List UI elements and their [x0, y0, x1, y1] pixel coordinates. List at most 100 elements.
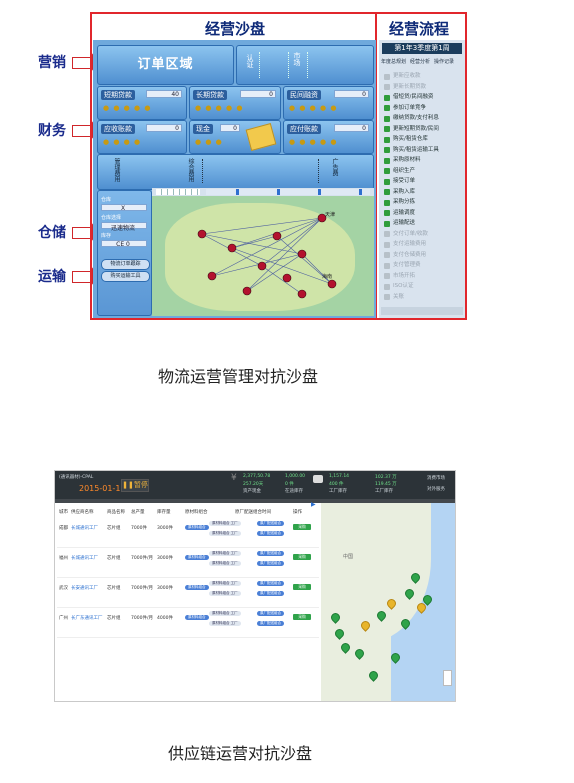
track-order-button[interactable]: 物流订单跟踪 [101, 259, 150, 270]
cell-supplier[interactable]: 长安通讯工厂 [71, 585, 98, 591]
cost-grid [202, 159, 319, 183]
material-pill[interactable]: 原材料组合 [185, 555, 209, 560]
checkbox-icon [384, 94, 390, 101]
cell-supplier[interactable]: 长城通讯工厂 [71, 525, 98, 531]
flow-step[interactable]: 更新短期贷款/民间 [384, 125, 439, 134]
purchase-button[interactable]: 采购 [293, 554, 311, 560]
flow-step[interactable]: 接受订单 [384, 177, 415, 186]
coin-icons: ● ● ● ● [103, 138, 142, 146]
payable-value: 0 [334, 124, 369, 132]
flow-step-label: 支付管理费 [393, 262, 421, 268]
flow-step[interactable]: 组织生产 [384, 167, 415, 176]
checkbox-icon [384, 199, 390, 206]
material-option-pill[interactable]: 原材料组合 工厂 [209, 581, 241, 586]
order-zone-button[interactable]: 订单区域 [97, 45, 234, 85]
long-loan-value: 0 [240, 90, 276, 98]
flow-step[interactable]: ISO认证 [384, 282, 413, 291]
material-option-pill[interactable]: 原材料组合 工厂 [209, 611, 241, 616]
delivery-pill[interactable]: 原厂配送组合 [257, 611, 284, 616]
flow-step[interactable]: 借短贷/民间融资 [384, 93, 433, 102]
purchase-button[interactable]: 采购 [293, 584, 311, 590]
delivery-pill[interactable]: 原厂配送组合 [257, 621, 284, 626]
warehouse-value: X [101, 204, 147, 212]
delivery-pill[interactable]: 原厂配送组合 [257, 521, 284, 526]
material-pill[interactable]: 原材料组合 [185, 585, 209, 590]
payable-panel: 应付账款 0 ● ● ● ● ● [283, 120, 374, 154]
checkbox-icon [384, 189, 390, 195]
delivery-pill[interactable]: 原厂配送组合 [257, 591, 284, 596]
checkbox-icon [384, 231, 390, 237]
zoom-control[interactable] [443, 670, 452, 686]
flow-step[interactable]: 关账 [384, 293, 404, 302]
material-pill[interactable]: 原材料组合 [185, 615, 209, 620]
warehouse-select[interactable]: 迅速物流 [101, 222, 147, 232]
cell-total: 7000件/月 [131, 586, 153, 591]
stock-value: CE 0 [101, 240, 147, 248]
coin-icons: ● ● ● ● ● [195, 104, 244, 112]
flow-title: 经营流程 [389, 20, 450, 38]
material-option-pill[interactable]: 原材料组合 工厂 [209, 521, 241, 526]
flow-step[interactable]: 更新长期贷款 [384, 83, 426, 92]
flow-step[interactable]: 采购入库 [384, 188, 415, 197]
cell-stock: 3000件 [157, 556, 173, 561]
map-pin-icon[interactable] [389, 651, 402, 664]
delivery-pill[interactable]: 原厂配送组合 [257, 551, 284, 556]
flow-step[interactable]: 缴纳贷款/支付利息 [384, 114, 439, 123]
tab-log[interactable]: 操作记录 [434, 58, 454, 67]
flow-step[interactable]: 运输配送 [384, 219, 415, 228]
delivery-pill[interactable]: 原厂配送组合 [257, 531, 284, 536]
material-option-pill[interactable]: 原材料组合 工厂 [209, 551, 241, 556]
side-label-finance: 财务 [38, 123, 66, 139]
delivery-pill[interactable]: 原厂配送组合 [257, 561, 284, 566]
checkbox-icon [384, 178, 390, 185]
supply-map[interactable]: 中国 [321, 503, 455, 701]
flow-period-header: 第1年3季度第1周 [382, 43, 462, 54]
short-loan-value: 40 [146, 90, 182, 98]
flow-step[interactable]: 采购原材料 [384, 156, 421, 165]
qualification-grid [259, 52, 289, 78]
cost-panel: 管理费用 综合费用 广告费 [97, 154, 374, 190]
flow-step[interactable]: 支付管理费 [384, 261, 421, 270]
flow-step[interactable]: 更新应收款 [384, 72, 421, 81]
map-filter-checkboxes[interactable] [206, 189, 370, 195]
tab-analysis[interactable]: 经营分析 [410, 58, 430, 67]
flow-tabs: 年度总规划 经营分析 操作记录 [381, 58, 463, 67]
material-option-pill[interactable]: 原材料组合 工厂 [209, 591, 241, 596]
flow-step[interactable]: 支付运输费用 [384, 240, 426, 249]
flow-step-label: 采购分拣 [393, 199, 416, 205]
truck-icon [313, 475, 323, 483]
material-pill[interactable]: 原材料组合 [185, 525, 209, 530]
material-option-pill[interactable]: 原材料组合 工厂 [209, 621, 241, 626]
cash-label: 现金 [193, 124, 213, 134]
cell-supplier[interactable]: 长城通讯工厂 [71, 555, 98, 561]
payable-label: 应付账款 [287, 124, 321, 134]
pause-label: 暂停 [133, 481, 148, 489]
flow-step[interactable]: 运输调度 [384, 209, 415, 218]
flow-footer-toolbar[interactable] [381, 307, 463, 315]
market-link[interactable]: 消费市场 [427, 475, 445, 481]
expand-icon[interactable]: ▶ [311, 501, 316, 508]
flow-step[interactable]: 参加订单竞争 [384, 104, 426, 113]
buy-vehicle-button[interactable]: 购买运输工具 [101, 271, 150, 282]
material-option-pill[interactable]: 原材料组合 工厂 [209, 531, 241, 536]
flow-step[interactable]: 市场开拓 [384, 272, 415, 281]
coin-icons: ● ● ● ● ● [103, 104, 152, 112]
service-link[interactable]: 对外服务 [427, 486, 445, 492]
purchase-button[interactable]: 采购 [293, 524, 311, 530]
delivery-pill[interactable]: 原厂配送组合 [257, 581, 284, 586]
flow-step[interactable]: 购买/租赁仓库 [384, 135, 428, 144]
flow-step[interactable]: 交付订单/收款 [384, 230, 428, 239]
table-row: 福州 长城通讯工厂 芯片组 7000件/月 3000件 原材料组合 原材料组合 工厂 原厂配送… [57, 547, 319, 578]
flow-step[interactable]: 支付仓储费用 [384, 251, 426, 260]
map-tool-icons[interactable] [156, 189, 200, 195]
cell-supplier[interactable]: 长广东通讯工厂 [71, 615, 103, 621]
col-header: 商品名称 [107, 510, 125, 515]
flow-step[interactable]: 购买/租赁运输工具 [384, 146, 439, 155]
pause-button[interactable]: ❚❚暂停 [121, 479, 149, 492]
material-option-pill[interactable]: 原材料组合 工厂 [209, 561, 241, 566]
purchase-button[interactable]: 采购 [293, 614, 311, 620]
tab-plan[interactable]: 年度总规划 [381, 58, 406, 67]
map-toolbar [152, 188, 374, 196]
stat-3-label: 工厂库存 [329, 489, 347, 494]
flow-step[interactable]: 采购分拣 [384, 198, 415, 207]
